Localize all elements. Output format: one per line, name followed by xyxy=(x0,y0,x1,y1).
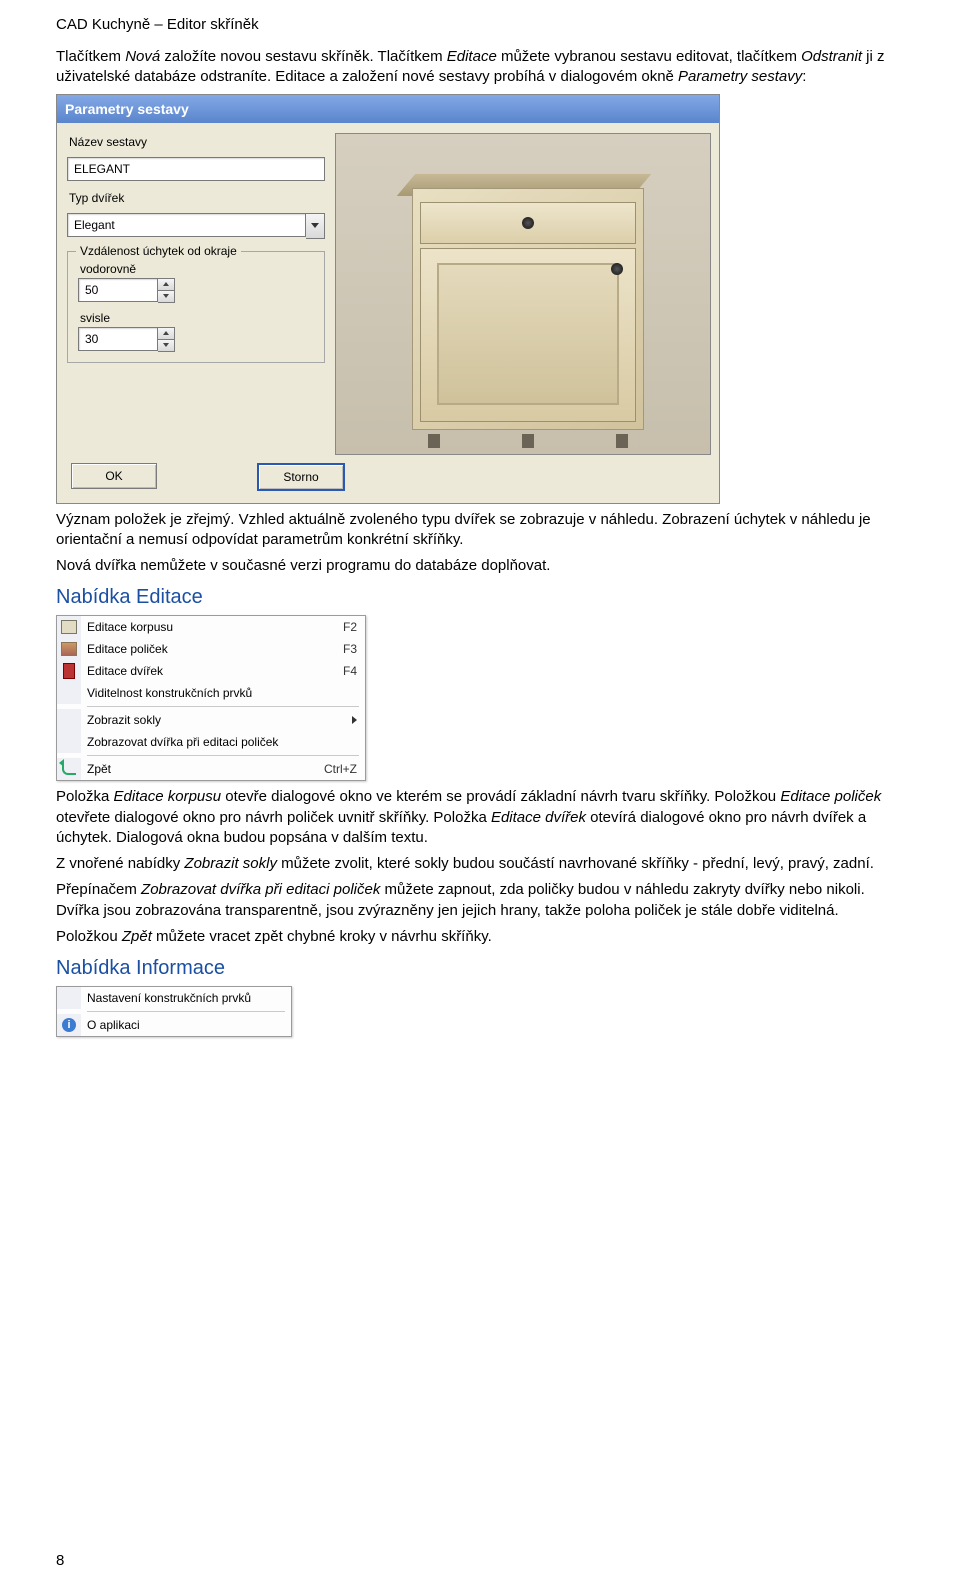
menu-item-editace-dvirek[interactable]: Editace dvířek F4 xyxy=(57,660,365,682)
info-icon: i xyxy=(62,1018,76,1032)
em: Editace poliček xyxy=(780,788,881,805)
text: Tlačítkem xyxy=(56,48,125,65)
combo-button[interactable] xyxy=(306,213,325,239)
menu-label: Viditelnost konstrukčních prvků xyxy=(87,686,357,700)
horizontal-input[interactable]: 50 xyxy=(78,278,158,302)
type-combo[interactable]: Elegant xyxy=(67,213,325,239)
shelf-icon xyxy=(61,642,77,656)
em-editace: Editace xyxy=(447,48,497,65)
informace-menu: Nastavení konstrukčních prvků i O aplika… xyxy=(56,986,292,1037)
em-parametry: Parametry sestavy xyxy=(678,68,802,85)
menu-separator xyxy=(87,755,359,756)
body-p2: Z vnořené nabídky Zobrazit sokly můžete … xyxy=(56,854,904,874)
undo-icon xyxy=(62,763,76,775)
text: založíte novou sestavu skříněk. Tlačítke… xyxy=(160,48,447,65)
arrow-down-icon xyxy=(163,343,169,347)
menu-item-o-aplikaci[interactable]: i O aplikaci xyxy=(57,1014,291,1036)
horizontal-label: vodorovně xyxy=(80,262,314,276)
em: Zobrazit sokly xyxy=(184,855,277,872)
body-p4: Položkou Zpět můžete vracet zpět chybné … xyxy=(56,927,904,947)
cancel-button[interactable]: Storno xyxy=(257,463,345,491)
chevron-down-icon xyxy=(311,223,319,228)
group-title: Vzdálenost úchytek od okraje xyxy=(76,244,241,258)
vertical-input[interactable]: 30 xyxy=(78,327,158,351)
menu-item-zobrazit-sokly[interactable]: Zobrazit sokly xyxy=(57,709,365,731)
menu-item-zobrazovat-dvirka[interactable]: Zobrazovat dvířka při editaci poliček xyxy=(57,731,365,753)
text: otevřete dialogové okno pro návrh poliče… xyxy=(56,809,491,826)
korpus-icon xyxy=(61,620,77,634)
menu-label: Editace korpusu xyxy=(87,620,331,634)
menu-label: Zobrazit sokly xyxy=(87,713,344,727)
mid-p1: Význam položek je zřejmý. Vzhled aktuáln… xyxy=(56,510,904,551)
type-value: Elegant xyxy=(67,213,306,237)
arrow-down-icon xyxy=(163,294,169,298)
text: Položkou xyxy=(56,928,122,945)
text: můžete zvolit, které sokly budou součást… xyxy=(277,855,874,872)
em: Zobrazovat dvířka při editaci poliček xyxy=(141,881,380,898)
menu-separator xyxy=(87,1011,285,1012)
heading-informace: Nabídka Informace xyxy=(56,957,904,980)
text: : xyxy=(802,68,806,85)
text: můžete vracet zpět chybné kroky v návrhu… xyxy=(152,928,492,945)
spin-down-button[interactable] xyxy=(158,339,174,351)
doc-header: CAD Kuchyně – Editor skříněk xyxy=(56,16,904,33)
cabinet-preview xyxy=(335,133,711,455)
menu-shortcut: F4 xyxy=(343,664,357,678)
handle-distance-group: Vzdálenost úchytek od okraje vodorovně 5… xyxy=(67,251,325,363)
em-nova: Nová xyxy=(125,48,160,65)
text: můžete vybranou sestavu editovat, tlačít… xyxy=(497,48,801,65)
name-label: Název sestavy xyxy=(69,135,325,149)
menu-label: Editace dvířek xyxy=(87,664,331,678)
heading-editace: Nabídka Editace xyxy=(56,586,904,609)
arrow-up-icon xyxy=(163,331,169,335)
menu-label: Editace poliček xyxy=(87,642,331,656)
intro-paragraph: Tlačítkem Nová založíte novou sestavu sk… xyxy=(56,47,904,88)
menu-label: Zpět xyxy=(87,762,312,776)
em: Editace korpusu xyxy=(114,788,222,805)
door-icon xyxy=(63,663,75,679)
menu-item-viditelnost[interactable]: Viditelnost konstrukčních prvků xyxy=(57,682,365,704)
menu-item-nastaveni[interactable]: Nastavení konstrukčních prvků xyxy=(57,987,291,1009)
page-number: 8 xyxy=(56,1552,64,1569)
ok-button[interactable]: OK xyxy=(71,463,157,489)
text: otevře dialogové okno ve kterém se prová… xyxy=(221,788,780,805)
body-p1: Položka Editace korpusu otevře dialogové… xyxy=(56,787,904,848)
body-p3: Přepínačem Zobrazovat dvířka při editaci… xyxy=(56,880,904,921)
parametry-sestavy-dialog: Parametry sestavy Název sestavy ELEGANT … xyxy=(56,94,720,504)
menu-label: Zobrazovat dvířka při editaci poliček xyxy=(87,735,357,749)
menu-shortcut: F3 xyxy=(343,642,357,656)
text: Přepínačem xyxy=(56,881,141,898)
dialog-titlebar: Parametry sestavy xyxy=(57,95,719,123)
menu-item-zpet[interactable]: Zpět Ctrl+Z xyxy=(57,758,365,780)
spin-down-button[interactable] xyxy=(158,290,174,302)
name-input[interactable]: ELEGANT xyxy=(67,157,325,181)
menu-separator xyxy=(87,706,359,707)
arrow-up-icon xyxy=(163,282,169,286)
submenu-arrow-icon xyxy=(352,716,357,724)
editace-menu: Editace korpusu F2 Editace poliček F3 Ed… xyxy=(56,615,366,781)
em: Zpět xyxy=(122,928,152,945)
em: Editace dvířek xyxy=(491,809,586,826)
menu-label: O aplikaci xyxy=(87,1018,283,1032)
mid-p2: Nová dvířka nemůžete v současné verzi pr… xyxy=(56,556,904,576)
em-odstranit: Odstranit xyxy=(801,48,862,65)
vertical-label: svisle xyxy=(80,311,314,325)
menu-shortcut: F2 xyxy=(343,620,357,634)
spin-up-button[interactable] xyxy=(158,328,174,339)
menu-shortcut: Ctrl+Z xyxy=(324,762,357,776)
menu-item-editace-korpusu[interactable]: Editace korpusu F2 xyxy=(57,616,365,638)
menu-item-editace-policek[interactable]: Editace poliček F3 xyxy=(57,638,365,660)
text: Položka xyxy=(56,788,114,805)
spin-up-button[interactable] xyxy=(158,279,174,290)
text: Z vnořené nabídky xyxy=(56,855,184,872)
type-label: Typ dvířek xyxy=(69,191,325,205)
menu-label: Nastavení konstrukčních prvků xyxy=(87,991,283,1005)
